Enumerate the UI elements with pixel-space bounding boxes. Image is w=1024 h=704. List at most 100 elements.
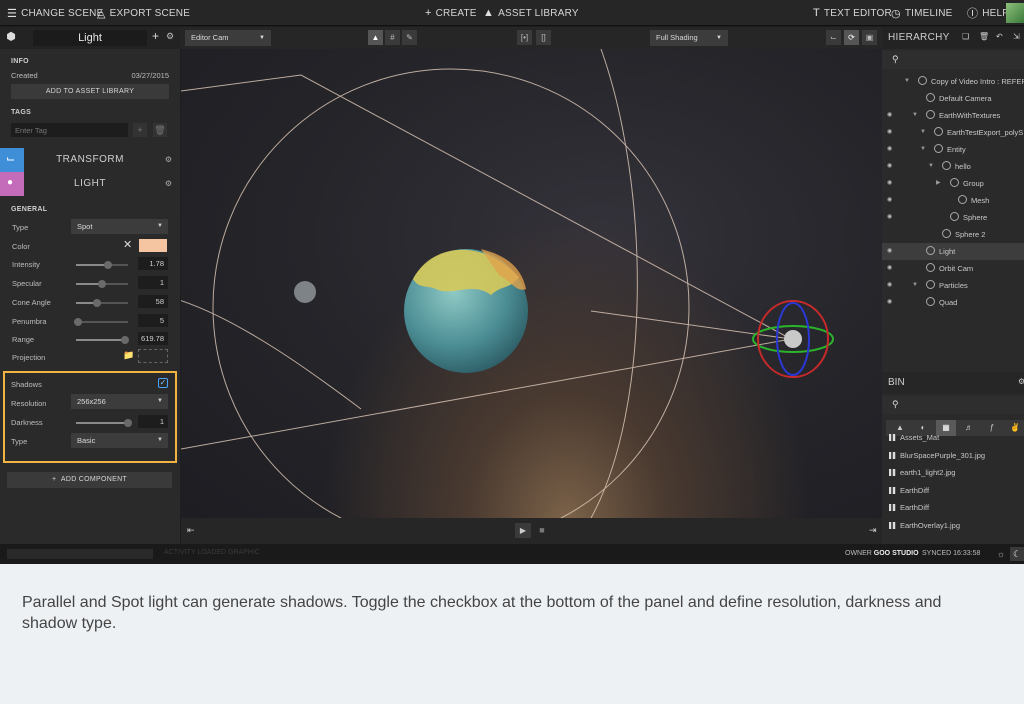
bin-search[interactable]: ⚲ [882,396,1024,414]
penumbra-value[interactable]: 5 [138,314,168,327]
range-value[interactable]: 619.78 [138,332,168,345]
change-scene-button[interactable]: ☰ CHANGE SCENE [7,0,103,26]
collapse-right-icon[interactable]: ⇥ [869,525,877,536]
eye-icon[interactable]: ◉ [887,175,892,192]
bin-item[interactable]: EarthDiff [882,482,1024,499]
transform-component-header[interactable]: ⌙ TRANSFORM ⚙ [0,148,180,172]
bin-item[interactable]: BlurSpacePurple_301.jpg [882,447,1024,464]
eye-icon[interactable]: ◉ [887,192,892,209]
hierarchy-item[interactable]: ◉ ▶ Group [882,175,1024,192]
add-to-asset-library-button[interactable]: ADD TO ASSET LIBRARY [11,84,169,99]
play-button[interactable]: ▶ [515,523,531,538]
intensity-value[interactable]: 1.78 [138,257,168,270]
range-slider[interactable] [76,336,130,344]
eye-icon[interactable]: ◉ [887,209,892,226]
hierarchy-item[interactable]: ◉ Quad [882,294,1024,311]
axis-icon[interactable]: ⌙ [826,30,841,45]
bin-item[interactable]: earth1_light2.jpg [882,464,1024,481]
scale-gizmo-icon[interactable]: ▣ [862,30,877,45]
folder-icon[interactable]: 📁 [123,350,134,361]
gear-icon[interactable]: ⚙ [166,31,174,42]
hierarchy-item[interactable]: ◉ Mesh [882,192,1024,209]
eye-icon[interactable]: ◉ [887,141,892,158]
moon-icon[interactable]: ☾ [1010,547,1024,561]
expand-arrow-icon[interactable]: ▼ [920,141,926,158]
eye-icon[interactable]: ◉ [887,124,892,141]
intensity-slider[interactable] [76,261,128,269]
light-gizmo[interactable] [752,300,834,378]
hierarchy-item[interactable]: Sphere 2 [882,226,1024,243]
cone-angle-value[interactable]: 58 [138,295,168,308]
eye-icon[interactable]: ◉ [887,243,892,260]
light-type-select[interactable]: Spot ▼ [71,219,168,234]
hierarchy-item[interactable]: ◉ ▼ Particles [882,277,1024,294]
hierarchy-item[interactable]: ◉ Light [882,243,1024,260]
bin-item[interactable]: EarthOverlay1.jpg [882,517,1024,534]
color-swatch[interactable] [139,239,167,252]
export-scene-button[interactable]: △ EXPORT SCENE [97,0,190,26]
trash-icon[interactable]: 🗑 [979,32,989,41]
bin-gear-icon[interactable]: ⚙ [1018,377,1024,386]
landscape-icon[interactable]: ▲ [368,30,383,45]
scene-viewport[interactable] [181,49,882,518]
add-tag-button[interactable]: + [133,123,147,137]
eye-icon[interactable]: ◉ [887,277,892,294]
shading-select[interactable]: Full Shading ▼ [650,30,728,46]
clear-color-icon[interactable]: ✕ [123,238,132,251]
sun-icon[interactable]: ☼ [994,547,1008,561]
stop-button[interactable]: ■ [535,523,549,538]
camera-select[interactable]: Editor Cam ▼ [185,30,271,46]
hierarchy-item[interactable]: ◉ ▼ EarthTestExport_polyS [882,124,1024,141]
entity-name-field[interactable]: Light [33,30,147,46]
expand-arrow-icon[interactable]: ▼ [904,73,910,90]
light-gear-icon[interactable]: ⚙ [165,179,172,188]
add-component-button[interactable]: + ADD COMPONENT [7,472,172,488]
eye-icon[interactable]: ◉ [887,260,892,277]
rotate-gizmo-icon[interactable]: ⟳ [844,30,859,45]
collapse-left-icon[interactable]: ⇤ [187,525,195,536]
duplicate-icon[interactable]: ❏ [962,32,969,41]
tag-input[interactable] [11,123,128,137]
expand-arrow-icon[interactable]: ▼ [920,124,926,141]
bin-item[interactable]: Assets_Mat [882,429,1024,446]
create-button[interactable]: + CREATE [425,0,477,26]
specular-value[interactable]: 1 [138,276,168,289]
fit-icon[interactable]: [•] [517,30,532,45]
bin-item[interactable]: EarthDiff [882,499,1024,516]
hierarchy-item[interactable]: ◉ ▼ Entity [882,141,1024,158]
cone-angle-slider[interactable] [76,299,128,307]
expand-arrow-icon[interactable]: ▼ [928,158,934,175]
hierarchy-item[interactable]: ▼ Copy of Video Intro : REFERE [882,73,1024,90]
expand-arrow-icon[interactable]: ▼ [912,277,918,294]
brush-icon[interactable]: ✎ [402,30,417,45]
hierarchy-search[interactable]: ⚲ [882,51,1024,69]
undo-icon[interactable]: ↶ [996,32,1003,41]
grid-icon[interactable]: # [385,30,400,45]
frame-icon[interactable]: [] [536,30,551,45]
penumbra-slider[interactable] [73,318,128,326]
editor-app: ☰ CHANGE SCENE △ EXPORT SCENE + CREATE ▲… [0,0,1024,564]
hierarchy-item[interactable]: ◉ ▼ EarthWithTextures [882,107,1024,124]
eye-icon[interactable]: ◉ [887,294,892,311]
asset-library-button[interactable]: ▲ ASSET LIBRARY [483,0,579,26]
expand-arrow-icon[interactable]: ▶ [936,175,941,192]
hierarchy-item[interactable]: ◉ ▼ hello [882,158,1024,175]
penumbra-label: Penumbra [12,317,47,326]
text-editor-button[interactable]: T TEXT EDITOR [813,0,892,26]
eye-icon[interactable]: ◉ [887,107,892,124]
eye-icon[interactable]: ◉ [887,158,892,175]
hierarchy-item[interactable]: ◉ Orbit Cam [882,260,1024,277]
expand-icon[interactable]: ⇲ [1013,32,1020,41]
specular-slider[interactable] [76,280,128,288]
projection-drop-zone[interactable] [138,349,168,363]
light-component-header[interactable]: ● LIGHT ⚙ [0,172,180,196]
transform-gear-icon[interactable]: ⚙ [165,155,172,164]
hierarchy-item[interactable]: ◉ Sphere [882,209,1024,226]
user-avatar[interactable] [1006,3,1024,23]
hierarchy-item[interactable]: Default Camera [882,90,1024,107]
timeline-button[interactable]: ◷ TIMELINE [891,0,953,26]
expand-arrow-icon[interactable]: ▼ [912,107,918,124]
help-button[interactable]: ⓘ HELP [967,0,1009,26]
delete-tag-icon[interactable]: 🗑 [153,123,167,137]
add-icon[interactable]: + [152,29,159,43]
